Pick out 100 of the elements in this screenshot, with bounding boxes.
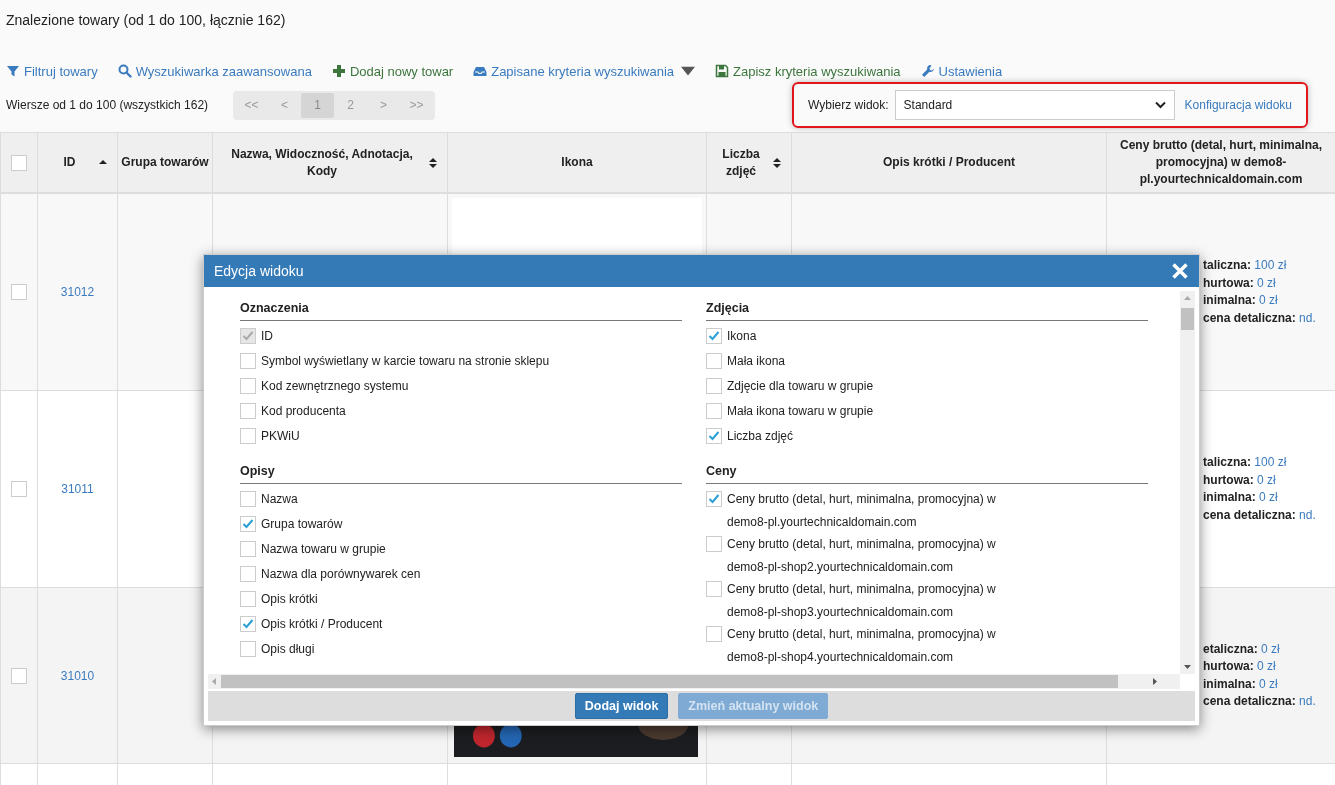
page-link[interactable]: < <box>268 92 301 118</box>
scroll-left-icon[interactable] <box>211 678 218 685</box>
scroll-thumb[interactable] <box>221 675 1118 688</box>
section-heading: Ceny <box>706 464 1148 484</box>
option-label: Kod producenta <box>261 403 346 420</box>
caret-icon <box>681 64 695 78</box>
page-title: Znalezione towary (od 1 do 100, łącznie 162) <box>5 11 287 30</box>
price-line: cena detaliczna: nd. <box>1203 309 1317 327</box>
column-header[interactable]: Ceny brutto (detal, hurt, minimalna, promocyjna) w demo8-pl.yourtechnicaldomain.com <box>1106 132 1335 193</box>
page-link[interactable]: 1 <box>301 92 334 118</box>
checkbox[interactable] <box>240 428 256 444</box>
checkbox[interactable] <box>11 154 27 171</box>
option-label: Opis krótki / Producent <box>261 616 383 633</box>
option-label: Ceny brutto (detal, hurt, minimalna, promocyjna) w demo8-pl-shop4.yourtechnicaldomain.com <box>727 626 997 666</box>
checkbox[interactable] <box>240 566 256 582</box>
column-header[interactable]: Opis krótki / Producent <box>791 132 1107 193</box>
checkbox[interactable] <box>240 616 256 632</box>
filter-icon <box>6 64 20 78</box>
checkbox[interactable] <box>240 378 256 394</box>
section-heading: Oznaczenia <box>240 301 682 321</box>
scroll-thumb[interactable] <box>1181 308 1194 330</box>
column-header[interactable]: Nazwa, Widoczność, Adnotacja, Kody <box>212 132 448 193</box>
close-icon[interactable] <box>1171 262 1189 280</box>
wrench-icon <box>920 64 935 78</box>
price-line: etaliczna: 0 zł <box>1203 640 1281 658</box>
option-label: Mała ikona <box>727 353 786 370</box>
price-line: hurtowa: 0 zł <box>1203 274 1277 292</box>
page-link[interactable]: >> <box>400 92 433 118</box>
search-icon <box>117 64 132 78</box>
scroll-up-icon[interactable] <box>1184 295 1191 302</box>
checkbox[interactable] <box>11 284 27 300</box>
checkbox[interactable] <box>240 353 256 369</box>
checkbox[interactable] <box>706 428 722 444</box>
checkbox[interactable] <box>240 403 256 419</box>
price-line: inimalna: 0 zł <box>1203 489 1279 506</box>
checkbox[interactable] <box>11 667 27 684</box>
toolbar-link[interactable]: Ustawienia <box>920 63 1003 79</box>
horizontal-scrollbar[interactable] <box>208 674 1180 689</box>
view-config-link[interactable]: Konfiguracja widoku <box>1184 98 1292 112</box>
plus-icon <box>331 64 346 78</box>
option-label: Opis długi <box>261 641 315 658</box>
option-label: Opis krótki <box>261 591 318 608</box>
checkbox[interactable] <box>706 581 722 597</box>
page-link[interactable]: > <box>367 92 400 118</box>
add-view-button[interactable]: Dodaj widok <box>574 693 669 719</box>
option-label: PKWiU <box>261 428 300 445</box>
checkbox[interactable] <box>706 328 722 344</box>
checkbox[interactable] <box>240 641 256 657</box>
page-link[interactable]: << <box>235 92 268 118</box>
option-label: Nazwa <box>261 491 298 508</box>
vertical-scrollbar[interactable] <box>1180 291 1195 674</box>
option-label: Mała ikona towaru w grupie <box>727 403 874 420</box>
product-id-link[interactable]: 31011 <box>61 482 94 496</box>
option-label: Kod zewnętrznego systemu <box>261 378 409 395</box>
column-header[interactable]: ID <box>37 132 118 193</box>
toolbar-link[interactable]: Zapisz kryteria wyszukiwania <box>715 63 901 79</box>
option-label: Ikona <box>727 328 757 345</box>
sort-icon[interactable] <box>429 156 437 169</box>
checkbox[interactable] <box>11 481 27 497</box>
scroll-down-icon[interactable] <box>1184 663 1191 670</box>
rows-info: Wiersze od 1 do 100 (wszystkich 162) <box>6 98 210 112</box>
checkbox[interactable] <box>240 491 256 507</box>
product-id-link[interactable]: 31010 <box>60 668 95 683</box>
checkbox[interactable] <box>706 491 722 507</box>
price-line: hurtowa: 0 zł <box>1203 658 1277 675</box>
checkbox[interactable] <box>240 516 256 532</box>
checkbox[interactable] <box>706 353 722 369</box>
toolbar-link[interactable]: Zapisane kryteria wyszukiwania <box>473 63 695 79</box>
view-dropdown[interactable]: Standard <box>894 90 1175 120</box>
column-header[interactable]: Grupa towarów <box>117 132 213 193</box>
toolbar-link[interactable]: Filtruj towary <box>6 63 98 79</box>
checkbox[interactable] <box>706 626 722 642</box>
price-line: taliczna: 100 zł <box>1203 257 1288 274</box>
option-label: Nazwa towaru w grupie <box>261 541 386 558</box>
price-line: taliczna: 100 zł <box>1203 454 1288 471</box>
price-line: inimalna: 0 zł <box>1203 292 1279 309</box>
checkbox[interactable] <box>706 378 722 394</box>
checkbox[interactable] <box>240 591 256 607</box>
chevron-down-icon <box>1154 101 1166 109</box>
product-id-link[interactable]: 31012 <box>60 285 95 299</box>
price-line: hurtowa: 0 zł <box>1203 471 1277 489</box>
section-heading: Zdjęcia <box>706 301 1148 321</box>
option-label: Nazwa dla porównywarek cen <box>261 566 421 583</box>
inbox-tray-icon <box>473 64 488 78</box>
sort-icon[interactable] <box>773 156 781 169</box>
checkbox[interactable] <box>240 541 256 557</box>
option-label: Liczba zdjęć <box>727 428 794 445</box>
toolbar-link[interactable]: Dodaj nowy towar <box>331 63 454 79</box>
column-header[interactable]: Ikona <box>447 132 707 193</box>
dialog-title: Edycja widoku <box>214 263 304 279</box>
price-line: cena detaliczna: nd. <box>1203 506 1317 524</box>
checkbox[interactable] <box>706 403 722 419</box>
option-label: Ceny brutto (detal, hurt, minimalna, promocyjna) w demo8-pl.yourtechnicaldomain.com <box>727 491 997 531</box>
page-link[interactable]: 2 <box>334 92 367 118</box>
toolbar-link[interactable]: Wyszukiwarka zaawansowana <box>117 63 312 79</box>
scroll-right-icon[interactable] <box>1151 678 1158 685</box>
column-header[interactable]: Liczba zdjęć <box>706 132 792 193</box>
option-label: Zdjęcie dla towaru w grupie <box>727 378 874 395</box>
section-heading: Opisy <box>240 464 682 484</box>
checkbox[interactable] <box>706 536 722 552</box>
